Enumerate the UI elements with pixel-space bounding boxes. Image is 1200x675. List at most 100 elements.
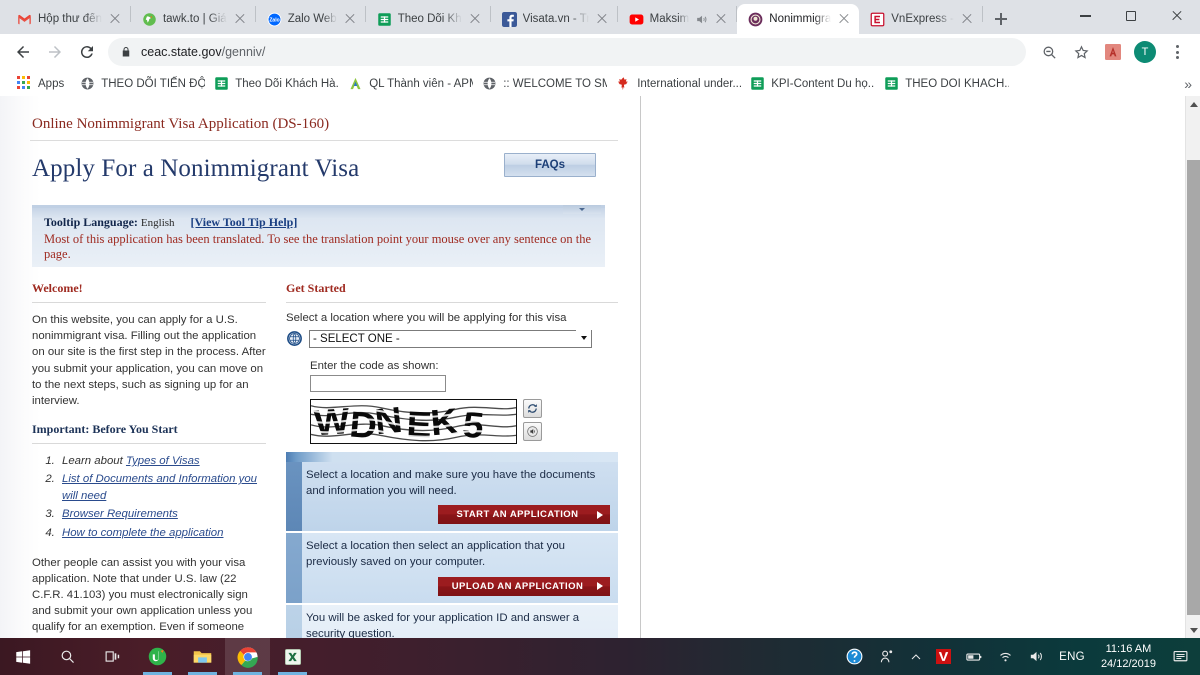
bookmark-label: THEO DÕI TIẾN ĐỘ... [101, 77, 206, 90]
how-to-complete-link[interactable]: How to complete the application [62, 527, 223, 539]
button-label: START AN APPLICATION [456, 509, 579, 521]
tooltip-translation-notice: Most of this application has been transl… [44, 232, 592, 261]
start-an-application-button[interactable]: START AN APPLICATION [438, 505, 610, 525]
view-tool-tip-help-link[interactable]: [View Tool Tip Help] [191, 215, 298, 229]
bookmark-item[interactable]: KPI-Content Du họ... [743, 73, 875, 94]
maximize-button[interactable] [1108, 0, 1154, 32]
tray-overflow-button[interactable] [903, 638, 929, 675]
bookmark-label: International under... [637, 77, 742, 90]
tray-volume-button[interactable] [1021, 638, 1052, 675]
captcha-input[interactable] [310, 375, 446, 392]
bookmark-item[interactable]: Theo Dõi Khách Hà... [207, 73, 339, 94]
minimize-button[interactable] [1062, 0, 1108, 32]
tray-language-indicator[interactable]: ENG [1052, 638, 1092, 675]
types-of-visas-link[interactable]: Types of Visas [126, 455, 200, 467]
page-scrollbar[interactable] [1185, 96, 1200, 638]
excel-icon [284, 648, 301, 665]
browser-tab[interactable]: tawk.to | Giá [131, 4, 255, 34]
audio-captcha-button[interactable] [523, 422, 542, 441]
refresh-captcha-icon [528, 404, 537, 413]
bookmarks-overflow-button[interactable]: » [1184, 77, 1192, 91]
taskbar-app-unikey[interactable] [135, 638, 180, 675]
adobe-acrobat-extension-button[interactable] [1098, 37, 1128, 67]
url-host: ceac.state.gov [141, 45, 222, 59]
bookmark-item[interactable]: THEO DOI KHACH... [877, 73, 1009, 94]
tab-mute-icon[interactable] [695, 13, 708, 26]
browser-tab[interactable]: Visata.vn - Tr [491, 4, 617, 34]
browser-tab[interactable]: Zalo Zalo Web [256, 4, 365, 34]
taskbar-app-chrome[interactable] [225, 638, 270, 675]
tray-help-button[interactable] [838, 638, 871, 675]
close-window-button[interactable] [1154, 0, 1200, 32]
location-label: Select a location where you will be appl… [286, 312, 567, 324]
tray-people-button[interactable] [871, 638, 903, 675]
tray-notifications-button[interactable] [1165, 638, 1196, 675]
tooltip-collapse-chevron-down-icon[interactable] [563, 205, 601, 214]
browser-tab[interactable]: Theo Dõi Kh [366, 4, 490, 34]
tab-close-icon[interactable] [343, 12, 357, 26]
tab-close-icon[interactable] [108, 12, 122, 26]
tab-close-icon[interactable] [595, 12, 609, 26]
taskbar-app-file-explorer[interactable] [180, 638, 225, 675]
tab-close-icon[interactable] [468, 12, 482, 26]
tab-title: VnExpress - [891, 13, 954, 25]
scrollbar-thumb[interactable] [1187, 160, 1200, 615]
scroll-down-button[interactable] [1186, 622, 1200, 638]
refresh-captcha-button[interactable] [523, 399, 542, 418]
volume-icon [1030, 651, 1043, 662]
chrome-menu-button[interactable] [1162, 37, 1192, 67]
search-button[interactable] [45, 638, 90, 675]
zoom-out-button[interactable] [1034, 37, 1064, 67]
bookmark-item[interactable]: THEO DÕI TIẾN ĐỘ... [73, 73, 205, 94]
step-prefix: Learn about [62, 455, 126, 468]
reload-button[interactable] [72, 37, 102, 67]
location-select[interactable]: - SELECT ONE - [309, 330, 592, 348]
forward-button[interactable] [40, 37, 70, 67]
globe-icon [81, 77, 94, 90]
faqs-button[interactable]: FAQs [504, 153, 596, 177]
address-bar[interactable]: ceac.state.gov/genniv/ [108, 38, 1026, 66]
browser-tab-active[interactable]: Nonimmigra [737, 4, 860, 34]
upload-an-application-button[interactable]: UPLOAD AN APPLICATION [438, 576, 610, 596]
documents-list-link[interactable]: List of Documents and Information you wi… [62, 473, 257, 502]
tab-strip: Hộp thư đến tawk.to | Giá Zalo Zalo Web … [0, 0, 1200, 34]
captcha-label: Enter the code as shown: [310, 360, 439, 372]
captcha-image: W D N E K 5 [310, 399, 517, 444]
welcome-column: Welcome! On this website, you can apply … [32, 281, 266, 638]
back-button[interactable] [8, 37, 38, 67]
clock-time: 11:16 AM [1105, 642, 1152, 655]
browser-tab[interactable]: Hộp thư đến [6, 4, 130, 34]
profile-button[interactable]: T [1130, 37, 1160, 67]
globe-icon [287, 331, 302, 346]
wifi-icon [1000, 652, 1011, 662]
chevron-up-icon [911, 653, 921, 659]
bookmark-star-button[interactable] [1066, 37, 1096, 67]
tray-wifi-button[interactable] [990, 638, 1021, 675]
bookmark-apps[interactable]: Apps [10, 73, 71, 94]
unikey-v-icon [936, 649, 952, 664]
new-tab-button[interactable] [988, 6, 1014, 32]
scroll-up-button[interactable] [1186, 96, 1200, 112]
browser-requirements-link[interactable]: Browser Requirements [62, 508, 178, 520]
tab-close-icon[interactable] [714, 12, 728, 26]
bookmark-item[interactable]: International under... [609, 73, 741, 94]
browser-tab[interactable]: VnExpress - [859, 4, 982, 34]
tab-close-icon[interactable] [960, 12, 974, 26]
bookmark-item[interactable]: QL Thành viên - APM [341, 73, 473, 94]
page-viewport: Online Nonimmigrant Visa Application (DS… [0, 96, 1200, 638]
tray-battery-button[interactable] [958, 638, 990, 675]
browser-tab[interactable]: Maksim [618, 4, 737, 34]
task-view-button[interactable] [90, 638, 135, 675]
bookmark-item[interactable]: :: WELCOME TO SM... [475, 73, 607, 94]
tray-clock[interactable]: 11:16 AM 24/12/2019 [1092, 642, 1165, 671]
apps-grid-icon [17, 76, 32, 91]
tray-unikey-button[interactable] [929, 638, 958, 675]
start-button[interactable] [0, 638, 45, 675]
tab-close-icon[interactable] [837, 12, 851, 26]
apm-icon [350, 77, 361, 90]
bookmark-label: Apps [38, 77, 65, 90]
tab-close-icon[interactable] [233, 12, 247, 26]
chrome-icon [237, 646, 258, 668]
sheets-icon [751, 77, 764, 90]
taskbar-app-excel[interactable] [270, 638, 315, 675]
